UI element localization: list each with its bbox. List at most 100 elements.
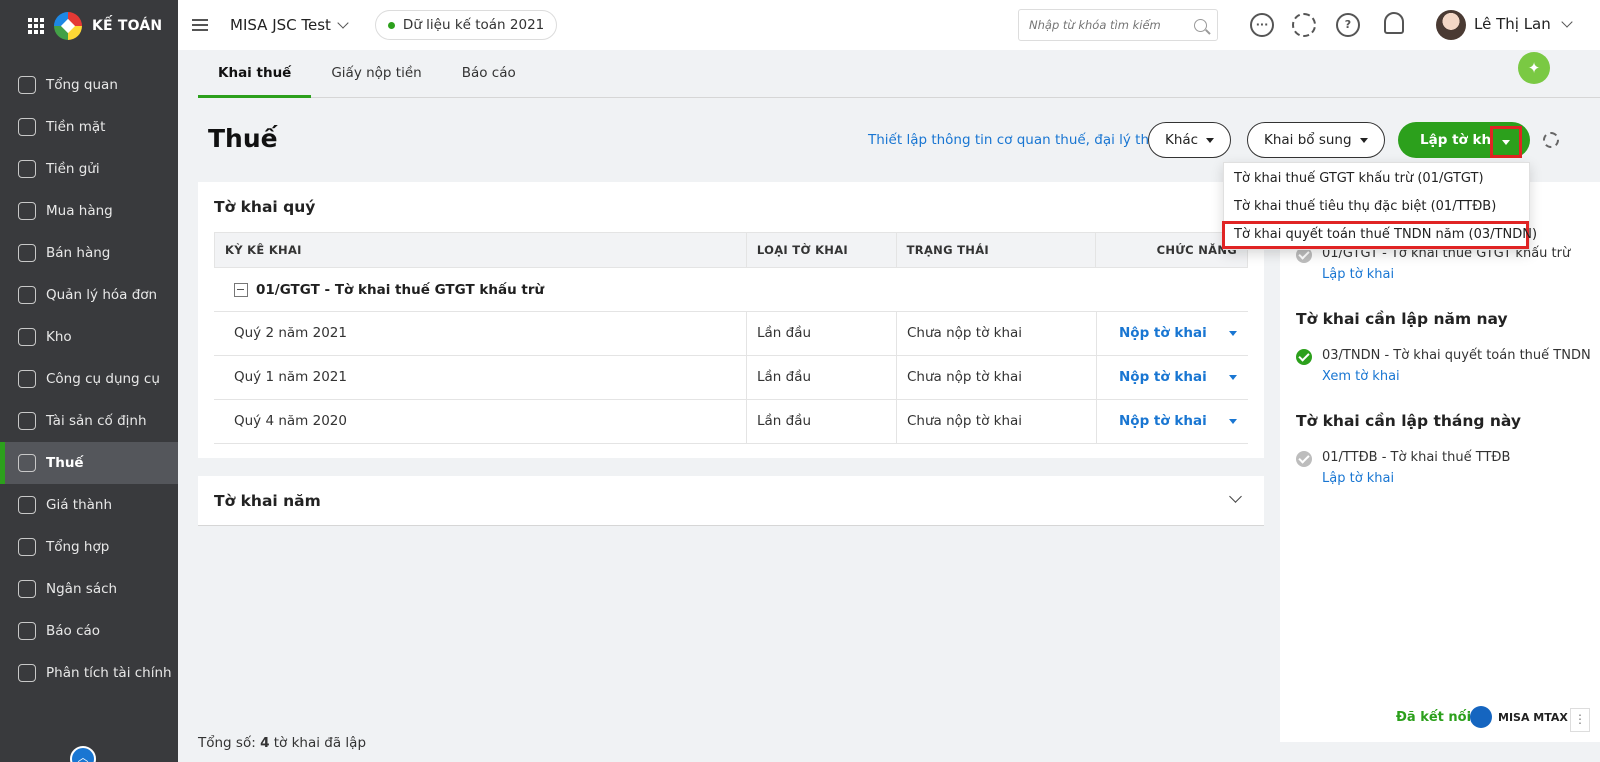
company-name: MISA JSC Test — [230, 16, 331, 34]
view-declaration-link[interactable]: Xem tờ khai — [1322, 369, 1591, 384]
invoice-icon — [18, 286, 36, 304]
sidebar-item-label: Kho — [46, 329, 72, 345]
supplement-button-label: Khai bổ sung — [1264, 132, 1352, 148]
tab-khai-thue[interactable]: Khai thuế — [198, 50, 312, 98]
cell-period: Quý 1 năm 2021 — [214, 356, 747, 399]
misa-logo-icon — [54, 12, 82, 40]
sidebar-item-label: Tổng hợp — [46, 539, 110, 555]
sidebar-item-thue[interactable]: Thuế — [0, 442, 178, 484]
create-dropdown-toggle[interactable] — [1490, 126, 1522, 158]
quarter-title: Tờ khai quý — [214, 198, 316, 216]
sidebar-item-tien-mat[interactable]: Tiền mặt — [0, 106, 178, 148]
avatar[interactable] — [1436, 10, 1466, 40]
user-name: Lê Thị Lan — [1474, 15, 1551, 33]
caret-down-icon[interactable] — [1228, 419, 1237, 424]
supplement-button[interactable]: Khai bổ sung — [1247, 122, 1385, 158]
company-selector[interactable]: MISA JSC Test — [230, 16, 349, 34]
tab-giay-nop-tien[interactable]: Giấy nộp tiền — [311, 50, 441, 98]
more-options-icon[interactable]: ··· — [1250, 13, 1274, 37]
total-prefix: Tổng số: — [198, 735, 256, 751]
sidebar-item-bao-cao[interactable]: Báo cáo — [0, 610, 178, 652]
lightbulb-icon[interactable]: ✦ — [1518, 52, 1550, 84]
price-tag-icon — [18, 496, 36, 514]
gear-icon[interactable] — [1292, 13, 1316, 37]
sidebar-header: KẾ TOÁN — [0, 0, 178, 52]
declarations-table: KỲ KÊ KHAI LOẠI TỜ KHAI TRẠNG THÁI CHỨC … — [214, 232, 1248, 444]
todo-text: 03/TNDN - Tờ khai quyết toán thuế TNDN — [1322, 348, 1591, 363]
collapse-sidebar-icon[interactable]: ︿ — [70, 746, 96, 762]
submit-declaration-link[interactable]: Nộp tờ khai — [1119, 312, 1207, 355]
menu-icon[interactable] — [192, 16, 208, 34]
table-row[interactable]: Quý 4 năm 2020 Lần đầu Chưa nộp tờ khai … — [214, 400, 1248, 444]
sidebar-item-label: Công cụ dụng cụ — [46, 371, 160, 387]
settings-gear-icon[interactable] — [1543, 132, 1559, 148]
database-selector[interactable]: Dữ liệu kế toán 2021 — [374, 10, 558, 40]
table-row[interactable]: Quý 1 năm 2021 Lần đầu Chưa nộp tờ khai … — [214, 356, 1248, 400]
tab-bao-cao[interactable]: Báo cáo — [442, 50, 536, 98]
app-grid-icon[interactable] — [28, 18, 44, 34]
other-button-label: Khác — [1165, 132, 1199, 148]
sidebar-item-cong-cu[interactable]: Công cụ dụng cụ — [0, 358, 178, 400]
cell-status: Chưa nộp tờ khai — [897, 400, 1097, 443]
month-section-title: Tờ khai cần lập tháng này — [1296, 412, 1522, 430]
todo-item-quarter: 01/GTGT - Tờ khai thuế GTGT khấu trừ Lập… — [1296, 246, 1570, 282]
sidebar-item-ban-hang[interactable]: Bán hàng — [0, 232, 178, 274]
check-circle-icon — [1296, 349, 1312, 365]
collapse-group-icon[interactable] — [234, 282, 248, 297]
table-row[interactable]: Quý 2 năm 2021 Lần đầu Chưa nộp tờ khai … — [214, 312, 1248, 356]
create-declaration-link[interactable]: Lập tờ khai — [1322, 267, 1570, 282]
help-icon[interactable]: ? — [1336, 13, 1360, 37]
submit-declaration-link[interactable]: Nộp tờ khai — [1119, 356, 1207, 399]
todo-text: 01/TTĐB - Tờ khai thuế TTĐB — [1322, 450, 1511, 465]
sidebar-item-tong-quan[interactable]: Tổng quan — [0, 64, 178, 106]
sidebar-item-gia-thanh[interactable]: Giá thành — [0, 484, 178, 526]
sidebar: KẾ TOÁN Tổng quan Tiền mặt Tiền gửi Mua … — [0, 0, 178, 762]
caret-down-icon[interactable] — [1228, 375, 1237, 380]
sidebar-item-label: Quản lý hóa đơn — [46, 287, 158, 303]
sidebar-item-ngan-sach[interactable]: Ngân sách — [0, 568, 178, 610]
menu-item-gtgt[interactable]: Tờ khai thuế GTGT khấu trừ (01/GTGT) — [1224, 165, 1529, 193]
sidebar-item-tien-gui[interactable]: Tiền gửi — [0, 148, 178, 190]
money-bag-icon — [18, 118, 36, 136]
chevron-down-icon[interactable] — [1229, 490, 1242, 503]
cell-status: Chưa nộp tờ khai — [897, 312, 1097, 355]
sidebar-item-kho[interactable]: Kho — [0, 316, 178, 358]
search-icon[interactable] — [1194, 18, 1207, 32]
sidebar-item-tai-san[interactable]: Tài sản cố định — [0, 400, 178, 442]
sidebar-item-label: Giá thành — [46, 497, 113, 513]
column-period: KỲ KÊ KHAI — [215, 233, 747, 267]
todo-item-month: 01/TTĐB - Tờ khai thuế TTĐB Lập tờ khai — [1296, 450, 1510, 486]
tax-setup-link[interactable]: Thiết lập thông tin cơ quan thuế, đại lý… — [868, 132, 1166, 148]
sidebar-item-hoa-don[interactable]: Quản lý hóa đơn — [0, 274, 178, 316]
group-label: 01/GTGT - Tờ khai thuế GTGT khấu trừ — [256, 281, 545, 298]
cell-action: Nộp tờ khai — [1097, 312, 1248, 355]
mtax-logo-icon — [1470, 706, 1492, 728]
sidebar-item-label: Báo cáo — [46, 623, 101, 639]
sidebar-item-label: Tài sản cố định — [46, 413, 147, 429]
sidebar-item-phan-tich[interactable]: Phân tích tài chính — [0, 652, 178, 694]
warehouse-icon — [18, 328, 36, 346]
other-button[interactable]: Khác — [1148, 122, 1232, 158]
search-input[interactable] — [1029, 18, 1179, 32]
sidebar-item-label: Ngân sách — [46, 581, 118, 597]
sidebar-item-label: Tiền gửi — [46, 161, 100, 177]
submit-declaration-link[interactable]: Nộp tờ khai — [1119, 400, 1207, 443]
create-declaration-link[interactable]: Lập tờ khai — [1322, 471, 1510, 486]
year-declarations-card[interactable]: Tờ khai năm — [198, 476, 1264, 526]
caret-down-icon[interactable] — [1228, 331, 1237, 336]
dashboard-icon — [18, 76, 36, 94]
menu-item-tndn[interactable]: Tờ khai quyết toán thuế TNDN năm (03/TND… — [1222, 221, 1537, 249]
car-icon — [18, 412, 36, 430]
sidebar-item-tong-hop[interactable]: Tổng hợp — [0, 526, 178, 568]
todo-panel: 01/GTGT - Tờ khai thuế GTGT khấu trừ Lập… — [1280, 182, 1600, 742]
user-menu[interactable]: Lê Thị Lan — [1474, 15, 1573, 33]
group-row[interactable]: 01/GTGT - Tờ khai thuế GTGT khấu trừ — [214, 268, 1248, 312]
tab-bar: Khai thuế Giấy nộp tiền Báo cáo — [198, 50, 1600, 98]
sidebar-item-label: Bán hàng — [46, 245, 111, 261]
more-vertical-icon[interactable]: ⋮ — [1570, 708, 1590, 732]
menu-item-ttdb[interactable]: Tờ khai thuế tiêu thụ đặc biệt (01/TTĐB) — [1224, 193, 1529, 221]
bell-icon[interactable] — [1384, 12, 1404, 34]
search-box[interactable] — [1018, 9, 1218, 41]
column-status: TRẠNG THÁI — [897, 233, 1097, 267]
sidebar-item-mua-hang[interactable]: Mua hàng — [0, 190, 178, 232]
